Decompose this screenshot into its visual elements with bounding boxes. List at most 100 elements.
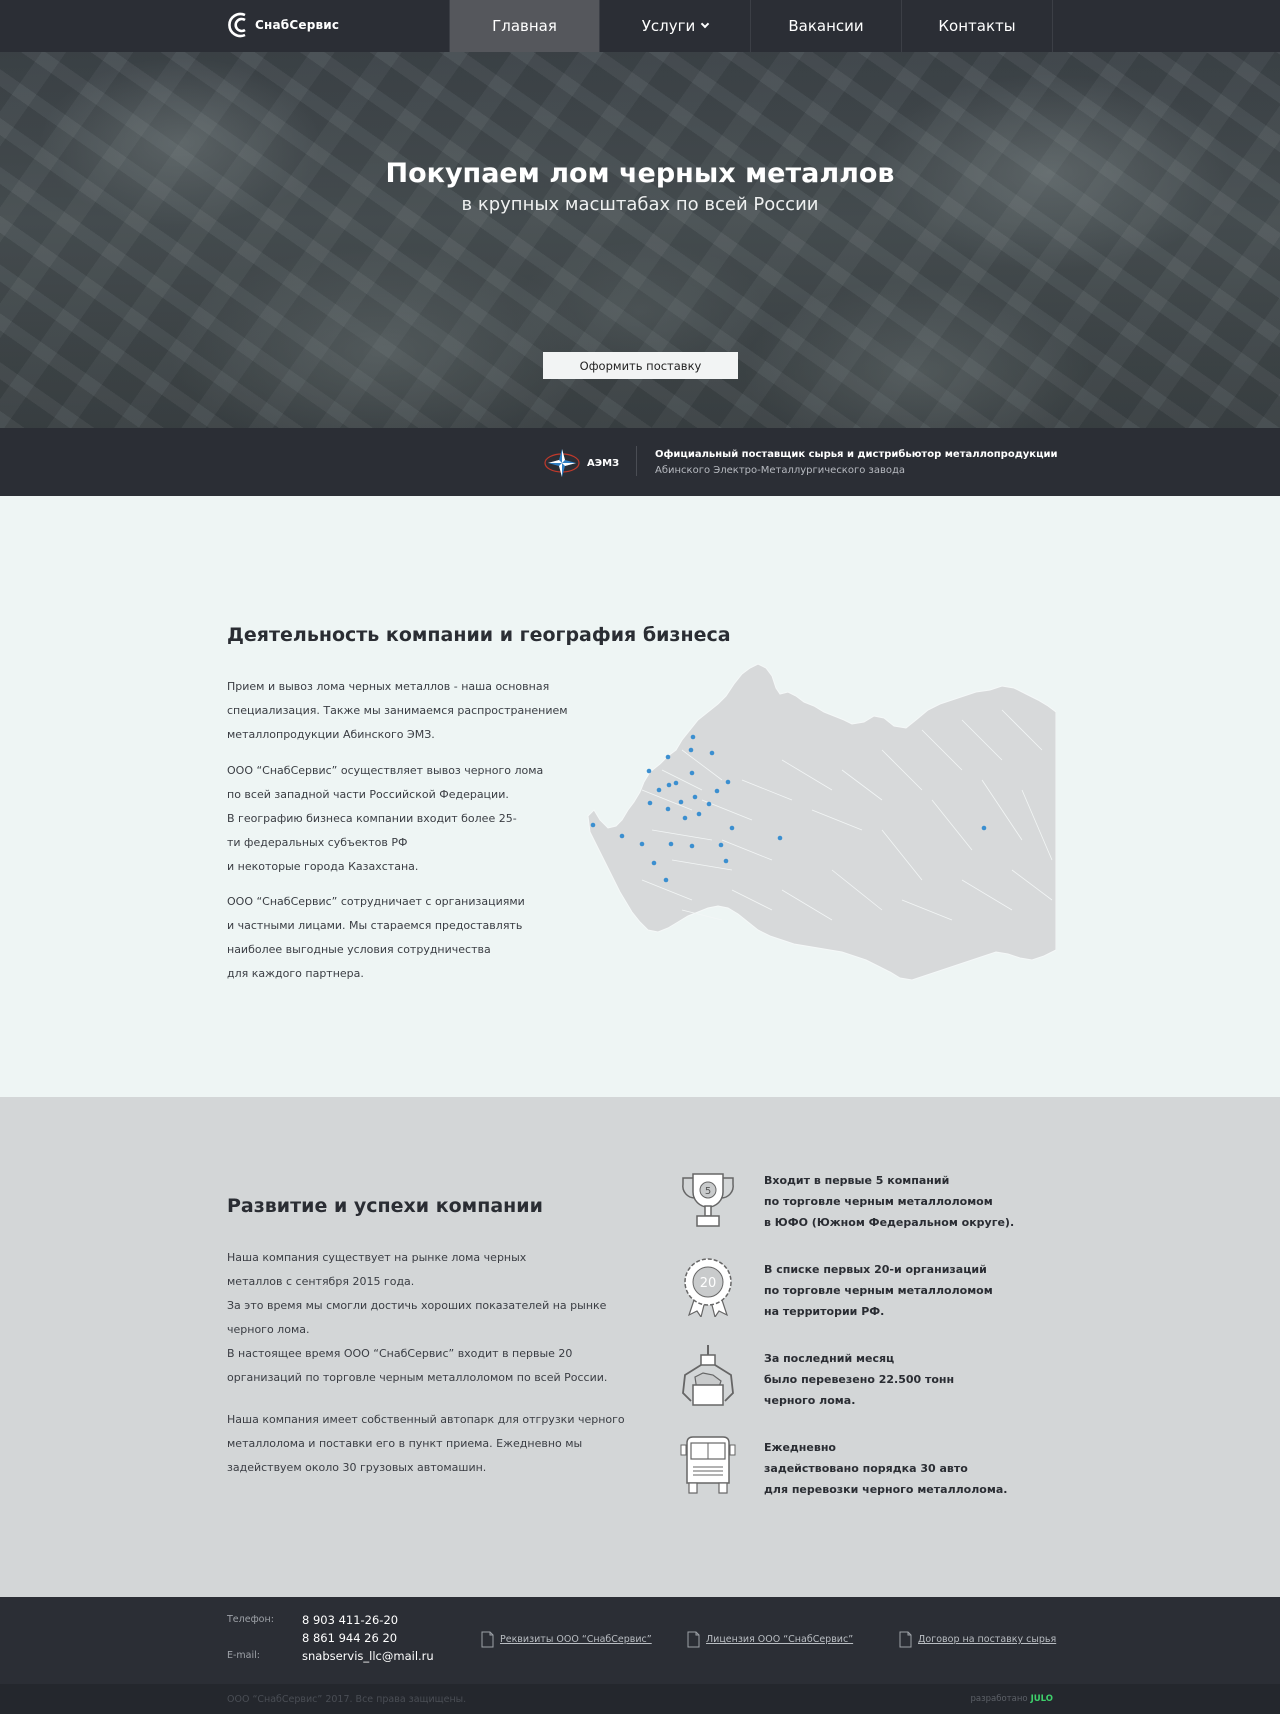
text-line: и частными лицами. Мы стараемся предоста…: [227, 919, 523, 932]
phone-1[interactable]: 8 903 411-26-20: [302, 1613, 398, 1627]
doc-link-contract[interactable]: Договор на поставку сырья: [899, 1631, 1056, 1648]
nav-label: Вакансии: [788, 17, 864, 35]
text-line: задействовано порядка 30 авто: [764, 1462, 968, 1475]
text-line: на территории РФ.: [764, 1305, 885, 1318]
activity-paragraph: ООО “СнабСервис” осуществляет вывоз черн…: [227, 759, 543, 879]
city-marker: [646, 768, 652, 774]
city-marker: [689, 843, 695, 849]
city-marker: [668, 841, 674, 847]
city-marker: [706, 801, 712, 807]
nav-label: Услуги: [641, 17, 696, 35]
doc-link-label: Договор на поставку сырья: [918, 1634, 1057, 1645]
city-marker: [666, 782, 672, 788]
city-marker: [690, 734, 696, 740]
compass-star-icon: [544, 449, 580, 477]
nav-item-vacancies[interactable]: Вакансии: [751, 0, 902, 52]
bottom-bar: ООО “СнабСервис” 2017. Все права защищен…: [0, 1684, 1280, 1714]
text-line: ти федеральных субъектов РФ: [227, 836, 408, 849]
success-paragraph: Наша компания существует на рынке лома ч…: [227, 1246, 607, 1390]
city-marker: [714, 788, 720, 794]
doc-link-label: Лицензия ООО “СнабСервис”: [706, 1634, 854, 1645]
nav-item-contacts[interactable]: Контакты: [902, 0, 1053, 52]
phone-2[interactable]: 8 861 944 26 20: [302, 1631, 397, 1645]
partner-factory: Абинского Электро-Металлургического заво…: [655, 465, 906, 476]
order-supply-button[interactable]: Оформить поставку: [543, 352, 738, 379]
hero-banner: Покупаем лом черных металлов в крупных м…: [0, 52, 1280, 428]
activity-title: Деятельность компании и география бизнес…: [227, 624, 731, 646]
city-marker: [692, 794, 698, 800]
doc-link-label: Реквизиты ООО “СнабСервис”: [500, 1634, 652, 1645]
text-line: Наша компания имеет собственный автопарк…: [227, 1413, 625, 1426]
logo[interactable]: СнабСервис: [227, 12, 339, 38]
city-marker: [651, 860, 657, 866]
doc-link-requisites[interactable]: Реквизиты ООО “СнабСервис”: [481, 1631, 652, 1648]
city-marker: [696, 811, 702, 817]
city-marker: [665, 754, 671, 760]
activity-paragraph: Прием и вывоз лома черных металлов - наш…: [227, 675, 568, 747]
dev-label: разработано: [970, 1694, 1028, 1704]
developer-credit[interactable]: разработано JULO: [971, 1694, 1054, 1704]
text-line: в ЮФО (Южном Федеральном округе).: [764, 1216, 1015, 1229]
nav-label: Контакты: [938, 17, 1016, 35]
hero-title: Покупаем лом черных металлов: [385, 158, 895, 189]
partner-name: АЭМЗ: [587, 457, 620, 469]
text-line: по всей западной части Российской Федера…: [227, 788, 509, 801]
brand-name: СнабСервис: [255, 18, 340, 32]
russia-map: [587, 663, 1056, 981]
text-line: по торговле черным металлоломом: [764, 1195, 993, 1208]
city-marker: [725, 779, 731, 785]
text-line: для перевозки черного металлолома.: [764, 1483, 1008, 1496]
text-line: Прием и вывоз лома черных металлов - наш…: [227, 680, 550, 693]
text-line: За это время мы смогли достичь хороших п…: [227, 1299, 607, 1312]
divider: [636, 446, 637, 476]
city-marker: [619, 833, 625, 839]
text-line: организаций по торговле черным металлоло…: [227, 1371, 608, 1384]
nav-item-services[interactable]: Услуги: [600, 0, 751, 52]
success-title: Развитие и успехи компании: [227, 1195, 543, 1217]
nav-item-home[interactable]: Главная: [449, 0, 600, 52]
text-line: и некоторые города Казахстана.: [227, 860, 419, 873]
text-line: было перевезено 22.500 тонн: [764, 1373, 955, 1386]
map-territory: [587, 663, 1056, 981]
text-line: металлолома и поставки его в пункт прием…: [227, 1437, 583, 1450]
document-icon: [687, 1631, 700, 1648]
hero-subtitle: в крупных масштабах по всей России: [461, 194, 819, 215]
text-line: специализация. Также мы занимаемся распр…: [227, 704, 568, 717]
doc-link-license[interactable]: Лицензия ООО “СнабСервис”: [687, 1631, 853, 1648]
city-marker: [682, 815, 688, 821]
text-line: В списке первых 20-и организаций: [764, 1263, 987, 1276]
city-marker: [718, 842, 724, 848]
text-line: В географию бизнеса компании входит боле…: [227, 812, 517, 825]
text-line: металлопродукции Абинского ЭМЗ.: [227, 728, 435, 741]
trophy-icon: 5: [682, 1173, 734, 1227]
success-paragraph: Наша компания имеет собственный автопарк…: [227, 1408, 625, 1480]
copyright: ООО “СнабСервис” 2017. Все права защищен…: [227, 1694, 467, 1705]
text-line: Входит в первые 5 компаний: [764, 1174, 950, 1187]
city-marker: [688, 747, 694, 753]
document-icon: [481, 1631, 494, 1648]
scrap-grabber-icon: [682, 1345, 734, 1406]
achievement-text: Ежедневно задействовано порядка 30 авто …: [764, 1437, 1007, 1500]
activity-paragraph: ООО “СнабСервис” сотрудничает с организа…: [227, 890, 525, 986]
text-line: В настоящее время ООО “СнабСервис” входи…: [227, 1347, 573, 1360]
city-marker: [709, 750, 715, 756]
email-link[interactable]: snabservis_llc@mail.ru: [302, 1649, 434, 1663]
achievement-text: В списке первых 20-и организаций по торг…: [764, 1259, 993, 1322]
text-line: черного лома.: [227, 1323, 310, 1336]
city-marker: [777, 835, 783, 841]
chevron-down-icon: [700, 19, 710, 29]
phone-label: Телефон:: [227, 1614, 274, 1625]
city-marker: [665, 806, 671, 812]
site-header: СнабСервис Главная Услуги Вакансии Конта…: [0, 0, 1280, 52]
city-marker: [656, 787, 662, 793]
text-line: наиболее выгодные условия сотрудничества: [227, 943, 491, 956]
nav-label: Главная: [492, 17, 557, 35]
text-line: Ежедневно: [764, 1441, 836, 1454]
logo-icon: [228, 12, 246, 38]
medal-icon: 20: [684, 1258, 732, 1317]
city-marker: [673, 780, 679, 786]
achievement-text: Входит в первые 5 компаний по торговле ч…: [764, 1170, 1014, 1233]
city-marker: [647, 800, 653, 806]
trophy-badge: 5: [705, 1186, 711, 1197]
partner-logo: АЭМЗ: [543, 448, 619, 478]
